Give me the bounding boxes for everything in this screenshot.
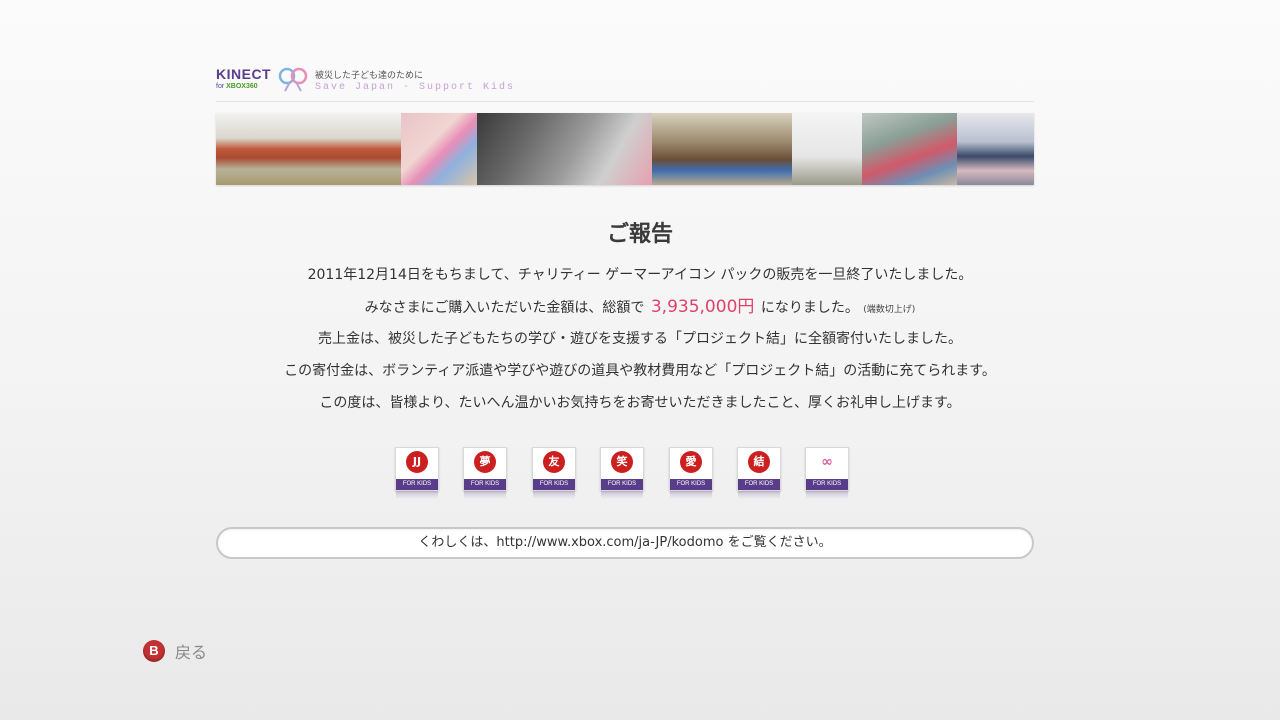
icon-reflection (670, 491, 712, 499)
photo-school-building (216, 113, 401, 185)
gamer-icon-emblem: JJ (406, 451, 428, 473)
gamer-icon-5: 愛 FOR KIDS (669, 447, 713, 499)
for-kids-tag: FOR KIDS (533, 479, 575, 490)
total-suffix: になりました。 (760, 300, 859, 316)
xbox-wordmark: XBOX360 (226, 83, 258, 90)
back-control[interactable]: B 戻る (143, 639, 207, 663)
for-kids-tag: FOR KIDS (806, 479, 848, 490)
gamer-icon-emblem: 笑 (611, 451, 633, 473)
for-kids-tag: FOR KIDS (670, 479, 712, 490)
subtitle-english: Save Japan - Support Kids (315, 82, 516, 93)
gamer-icon-3: 友 FOR KIDS (532, 447, 576, 499)
gamer-icon-4: 笑 FOR KIDS (600, 447, 644, 499)
back-label[interactable]: 戻る (175, 639, 207, 663)
for-xbox-label: for XBOX360 (216, 83, 258, 90)
total-prefix: みなさまにご購入いただいた金額は、総額で (364, 300, 645, 316)
for-kids-tag: FOR KIDS (396, 479, 438, 490)
kinect-logo: KINECT for XBOX360 (216, 66, 308, 96)
for-kids-tag: FOR KIDS (464, 479, 506, 490)
report-line-donation: 売上金は、被災した子どもたちの学び・遊びを支援する「プロジェクト結」に全額寄付い… (318, 331, 962, 347)
gamer-icon-emblem: 結 (748, 451, 770, 473)
ribbon-logo-icon (278, 67, 308, 92)
ribbon-icon: ∞ (821, 454, 833, 470)
photo-classroom-game (652, 113, 792, 185)
photo-kites-sky (792, 113, 862, 185)
gamer-icon-emblem: 愛 (680, 451, 702, 473)
icon-reflection (806, 491, 848, 499)
icon-reflection (464, 491, 506, 499)
icon-reflection (396, 491, 438, 499)
gamer-icon-emblem: 友 (543, 451, 565, 473)
report-body: 2011年12月14日をもちまして、チャリティー ゲーマーアイコン パックの販売… (180, 262, 1100, 422)
icon-reflection (601, 491, 643, 499)
gamer-icon-6: 結 FOR KIDS (737, 447, 781, 499)
for-kids-tag: FOR KIDS (601, 479, 643, 490)
subtitle-japanese: 被災した子ども達のために (315, 71, 424, 81)
photo-banner (216, 113, 1034, 185)
header: KINECT for XBOX360 被災した子ども達のために Save Jap… (216, 64, 1034, 100)
gamer-icon-pack: JJ FOR KIDS 夢 FOR KIDS 友 FOR KIDS 笑 FOR … (395, 447, 855, 501)
gamer-icon-1: JJ FOR KIDS (395, 447, 439, 499)
report-line-end-of-sale: 2011年12月14日をもちまして、チャリティー ゲーマーアイコン パックの販売… (307, 267, 973, 283)
gamer-icon-2: 夢 FOR KIDS (463, 447, 507, 499)
report-line-total: みなさまにご購入いただいた金額は、総額で 3,935,000円 になりました。 … (180, 294, 1100, 326)
info-url-bar: くわしくは、http://www.xbox.com/ja-JP/kodomo を… (216, 527, 1034, 559)
report-line-usage: この寄付金は、ボランティア派遣や学びや遊びの道具や教材費用など「プロジェクト結」… (284, 363, 996, 379)
photo-children-hands (477, 113, 652, 185)
icon-reflection (738, 491, 780, 499)
total-amount: 3,935,000円 (650, 297, 755, 317)
gamer-icon-7: ∞ FOR KIDS (805, 447, 849, 499)
photo-kids-screen (957, 113, 1034, 185)
header-divider (216, 101, 1034, 102)
report-line-thanks: この度は、皆様より、たいへん温かいお気持ちをお寄せいただきましたこと、厚くお礼申… (319, 395, 961, 411)
kinect-wordmark: KINECT (216, 66, 272, 82)
rounding-note: (端数切上げ) (863, 305, 916, 315)
photo-paper-cranes (401, 113, 477, 185)
for-kids-tag: FOR KIDS (738, 479, 780, 490)
report-title: ご報告 (606, 222, 673, 247)
b-button-icon[interactable]: B (143, 640, 165, 662)
for-word: for (216, 83, 225, 90)
icon-reflection (533, 491, 575, 499)
gamer-icon-emblem: 夢 (474, 451, 496, 473)
photo-children-play (862, 113, 957, 185)
